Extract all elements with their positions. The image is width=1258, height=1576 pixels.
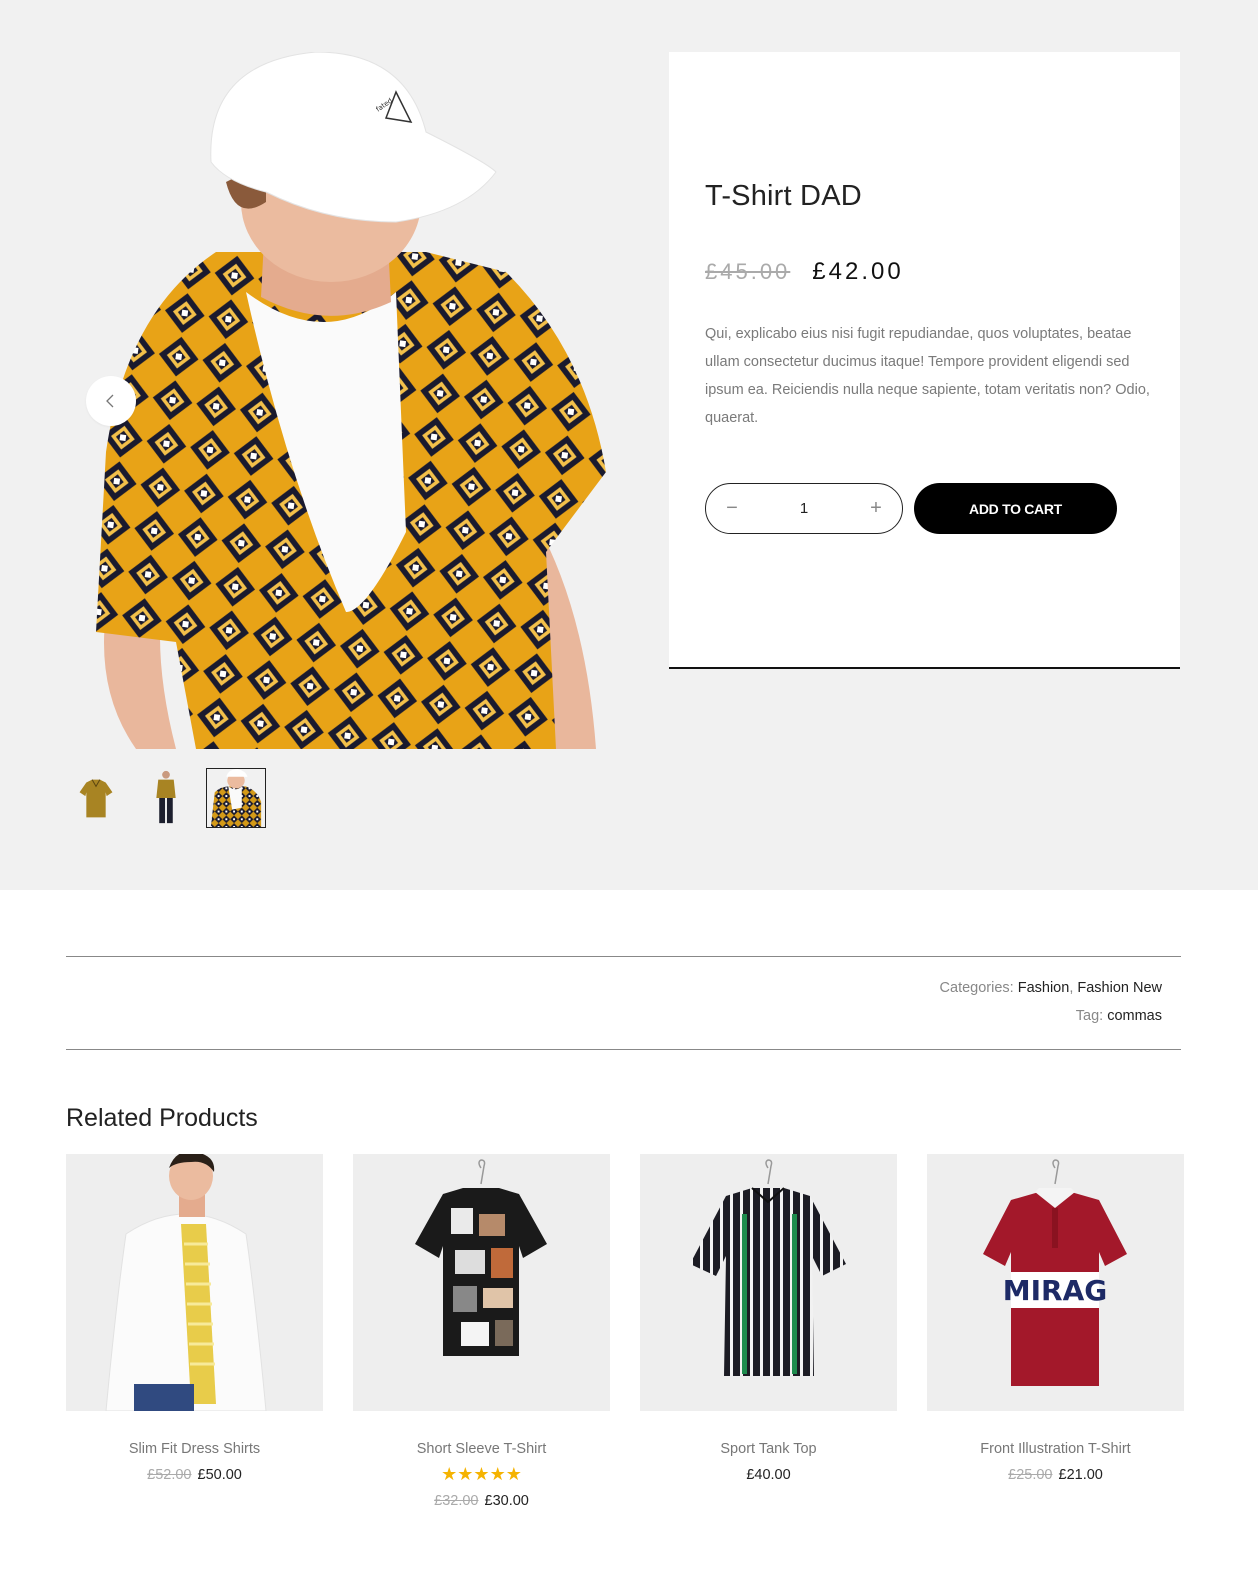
- product-image[interactable]: [353, 1154, 610, 1411]
- product-price-new: £40.00: [746, 1467, 791, 1483]
- product-name[interactable]: Slim Fit Dress Shirts: [66, 1441, 323, 1457]
- product-price: £32.00 £30.00: [353, 1493, 610, 1509]
- tag-label: Tag:: [1075, 1008, 1104, 1024]
- product-card: MIRAG Front Illustration T-Shirt £25.00 £…: [927, 1154, 1184, 1509]
- category-link-fashion[interactable]: Fashion: [1018, 980, 1070, 996]
- product-name[interactable]: Sport Tank Top: [640, 1441, 897, 1457]
- product-name[interactable]: Front Illustration T-Shirt: [927, 1441, 1184, 1457]
- gallery-thumbnails: [66, 768, 266, 828]
- product-price-new: £30.00: [484, 1493, 529, 1509]
- meta-divider-top: [66, 956, 1181, 957]
- add-to-cart-button[interactable]: ADD TO CART: [914, 483, 1117, 534]
- svg-text:MIRAG: MIRAG: [1003, 1274, 1108, 1307]
- product-name[interactable]: Short Sleeve T-Shirt: [353, 1441, 610, 1457]
- main-product-image[interactable]: fated: [66, 52, 606, 749]
- quantity-minus-button[interactable]: −: [724, 497, 740, 520]
- category-link-fashion-new[interactable]: Fashion New: [1077, 980, 1162, 996]
- quantity-input[interactable]: [774, 500, 834, 517]
- product-price-new: £21.00: [1058, 1467, 1103, 1483]
- product-price-old: £32.00: [434, 1493, 479, 1509]
- product-image[interactable]: [66, 1154, 323, 1411]
- quantity-plus-button[interactable]: +: [868, 497, 884, 520]
- related-products-title: Related Products: [66, 1104, 258, 1132]
- thumbnail-shirt-front[interactable]: [66, 768, 126, 828]
- categories-label: Categories:: [939, 980, 1014, 996]
- product-price: £52.00 £50.00: [66, 1467, 323, 1483]
- product-description: Qui, explicabo eius nisi fugit repudiand…: [705, 326, 1150, 426]
- product-price: £25.00 £21.00: [927, 1467, 1184, 1483]
- product-card: Slim Fit Dress Shirts £52.00 £50.00: [66, 1154, 323, 1509]
- category-separator: ,: [1069, 980, 1074, 996]
- product-card: Short Sleeve T-Shirt ★★★★★ £32.00 £30.00: [353, 1154, 610, 1509]
- tag-row: Tag: commas: [940, 1002, 1162, 1030]
- thumbnail-model-closeup[interactable]: [206, 768, 266, 828]
- chevron-left-icon: [106, 394, 114, 408]
- product-title: T-Shirt DAD: [705, 180, 862, 212]
- price-old: £45.00: [705, 259, 791, 284]
- meta-divider-bottom: [66, 1049, 1181, 1050]
- price-row: £45.00 £42.00: [705, 258, 904, 286]
- product-price-new: £50.00: [197, 1467, 242, 1483]
- product-price-old: £25.00: [1008, 1467, 1053, 1483]
- quantity-stepper: − +: [705, 483, 903, 534]
- product-meta: Categories: Fashion, Fashion New Tag: co…: [940, 974, 1162, 1030]
- product-price-old: £52.00: [147, 1467, 192, 1483]
- categories-row: Categories: Fashion, Fashion New: [940, 974, 1162, 1002]
- star-rating: ★★★★★: [441, 1464, 522, 1484]
- thumbnail-model-full[interactable]: [136, 768, 196, 828]
- product-card: Sport Tank Top £40.00: [640, 1154, 897, 1509]
- product-image[interactable]: MIRAG: [927, 1154, 1184, 1411]
- gallery-prev-button[interactable]: [86, 376, 136, 426]
- product-summary: T-Shirt DAD £45.00 £42.00 Qui, explicabo…: [669, 52, 1180, 669]
- price-new: £42.00: [812, 258, 904, 285]
- related-products-grid: Slim Fit Dress Shirts £52.00 £50.00 Short…: [66, 1154, 1184, 1509]
- tag-link-commas[interactable]: commas: [1107, 1008, 1162, 1024]
- product-image[interactable]: [640, 1154, 897, 1411]
- product-price: £40.00: [640, 1467, 897, 1483]
